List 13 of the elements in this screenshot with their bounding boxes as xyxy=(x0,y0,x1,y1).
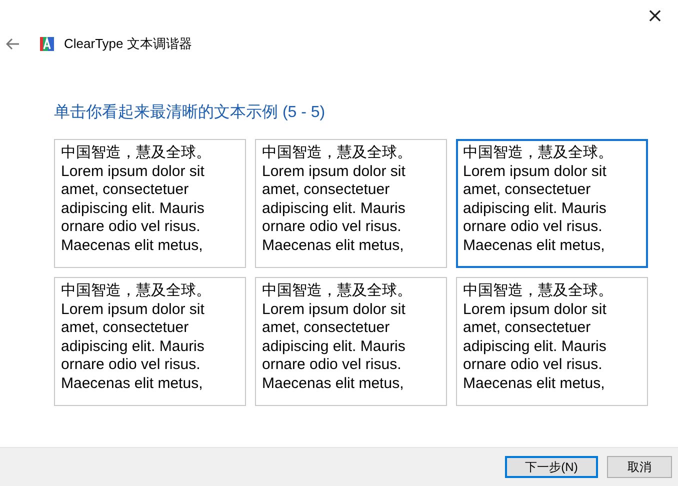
text-sample[interactable]: 中国智造，慧及全球。 Lorem ipsum dolor sit amet, consectetuer adipiscing elit. Mauris ornare odio vel risus. Maecenas elit metus, xyxy=(456,277,648,406)
text-sample[interactable]: 中国智造，慧及全球。 Lorem ipsum dolor sit amet, consectetuer adipiscing elit. Mauris ornare odio vel risus. Maecenas elit metus, xyxy=(54,277,246,406)
text-sample[interactable]: 中国智造，慧及全球。 Lorem ipsum dolor sit amet, consectetuer adipiscing elit. Mauris ornare odio vel risus. Maecenas elit metus, xyxy=(255,277,447,406)
cancel-button[interactable]: 取消 xyxy=(607,456,672,478)
close-button[interactable]: × xyxy=(632,0,678,30)
text-sample[interactable]: 中国智造，慧及全球。 Lorem ipsum dolor sit amet, consectetuer adipiscing elit. Mauris ornare odio vel risus. Maecenas elit metus, xyxy=(54,139,246,268)
back-arrow-icon[interactable] xyxy=(6,38,20,50)
text-sample[interactable]: 中国智造，慧及全球。 Lorem ipsum dolor sit amet, consectetuer adipiscing elit. Mauris ornare odio vel risus. Maecenas elit metus, xyxy=(456,139,648,268)
next-button[interactable]: 下一步(N) xyxy=(505,456,598,478)
window-title: ClearType 文本调谐器 xyxy=(64,35,192,53)
instruction-heading: 单击你看起来最清晰的文本示例 (5 - 5) xyxy=(54,102,326,123)
app-icon xyxy=(40,37,54,51)
text-sample[interactable]: 中国智造，慧及全球。 Lorem ipsum dolor sit amet, consectetuer adipiscing elit. Mauris ornare odio vel risus. Maecenas elit metus, xyxy=(255,139,447,268)
